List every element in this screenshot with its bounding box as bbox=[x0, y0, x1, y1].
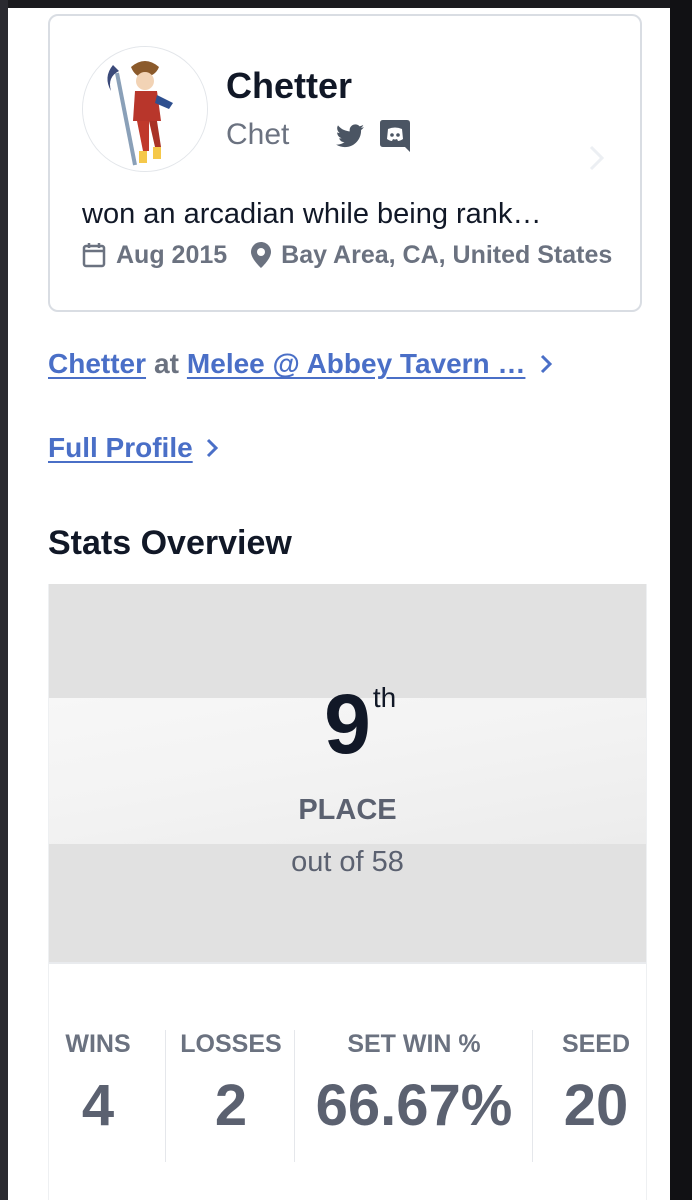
left-edge bbox=[0, 0, 8, 1200]
card-chevron-icon bbox=[588, 144, 606, 177]
set-win-stat: SET WIN % 66.67% bbox=[296, 1032, 532, 1164]
profile-meta: Aug 2015 Bay Area, CA, United States bbox=[82, 242, 612, 268]
event-at-label: at bbox=[154, 348, 179, 379]
event-link[interactable]: Chetter at Melee @ Abbey Tavern … bbox=[48, 348, 553, 380]
event-name-link[interactable]: Melee @ Abbey Tavern … bbox=[187, 348, 526, 380]
stat-divider bbox=[532, 1030, 533, 1162]
full-profile-label[interactable]: Full Profile bbox=[48, 432, 193, 464]
seed-label: SEED bbox=[561, 1030, 631, 1058]
avatar bbox=[82, 46, 208, 172]
stat-divider bbox=[165, 1030, 166, 1162]
chevron-right-icon bbox=[539, 353, 553, 375]
player-panel: Chetter Chet won an arcadian while being… bbox=[8, 8, 670, 1200]
placement: 9th bbox=[49, 682, 646, 766]
full-profile-link[interactable]: Full Profile bbox=[48, 432, 219, 464]
wins-stat: WINS 4 bbox=[49, 1032, 147, 1164]
wins-label: WINS bbox=[65, 1030, 131, 1058]
set-win-label: SET WIN % bbox=[347, 1030, 481, 1058]
location: Bay Area, CA, United States bbox=[281, 240, 613, 269]
twitter-icon[interactable] bbox=[336, 124, 364, 148]
discord-icon[interactable] bbox=[380, 120, 410, 152]
chevron-right-icon bbox=[205, 437, 219, 459]
losses-value: 2 bbox=[214, 1073, 248, 1138]
set-win-value: 66.67% bbox=[315, 1073, 513, 1138]
location-pin-icon bbox=[251, 242, 272, 268]
losses-label: LOSSES bbox=[180, 1030, 282, 1058]
placement-label: PLACE bbox=[298, 794, 397, 826]
profile-name: Chetter bbox=[226, 65, 353, 106]
stat-divider bbox=[294, 1030, 295, 1162]
profile-bio: won an arcadian while being rank… bbox=[82, 198, 542, 230]
losses-stat: LOSSES 2 bbox=[167, 1032, 295, 1164]
profile-handle: Chet bbox=[226, 118, 290, 151]
stats-divider bbox=[49, 962, 646, 964]
top-status-strip bbox=[0, 0, 692, 8]
social-links bbox=[336, 120, 410, 152]
stats-card: 9th PLACE out of 58 WINS 4 LOSSES 2 SET … bbox=[48, 584, 647, 1200]
join-date: Aug 2015 bbox=[116, 240, 228, 269]
placement-number: 9 bbox=[324, 677, 371, 771]
profile-card[interactable]: Chetter Chet won an arcadian while being… bbox=[48, 14, 642, 312]
event-player-link[interactable]: Chetter bbox=[48, 348, 146, 380]
right-background-strip bbox=[670, 0, 692, 1200]
wins-value: 4 bbox=[81, 1073, 115, 1138]
placement-out-of: out of 58 bbox=[291, 846, 404, 878]
placement-suffix: th bbox=[372, 682, 397, 713]
calendar-icon bbox=[82, 242, 106, 268]
seed-stat: SEED 20 bbox=[541, 1032, 651, 1164]
seed-value: 20 bbox=[563, 1073, 629, 1138]
stats-overview-heading: Stats Overview bbox=[48, 524, 292, 562]
